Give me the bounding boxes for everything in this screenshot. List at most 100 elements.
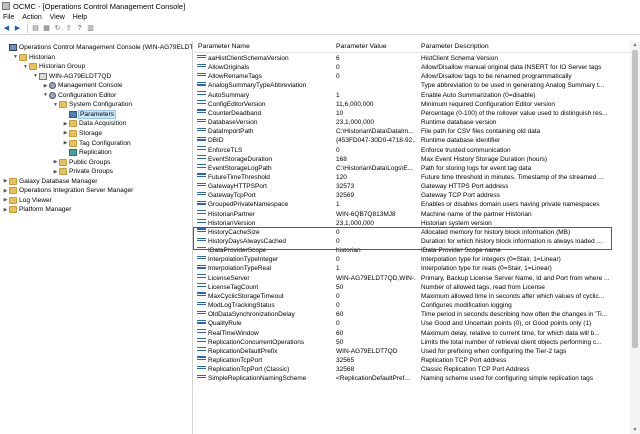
table-row[interactable]: GatewayHTTPSPort 32573 Gateway HTTPS Port …: [194, 182, 634, 191]
expanded-chevron-icon[interactable]: ▼: [12, 54, 19, 60]
table-row[interactable]: HistorianPartner WIN-6QB7Q813MJ8 Machine n…: [194, 210, 634, 219]
table-row[interactable]: SimpleReplicationNamingScheme <Replicatio…: [194, 374, 634, 383]
root-icon: [9, 44, 17, 51]
action-pane-icon[interactable]: ▥: [86, 24, 95, 33]
expanded-chevron-icon[interactable]: ▼: [52, 102, 59, 108]
tree-node[interactable]: ▼ Historian: [12, 53, 55, 62]
column-header-parameter-value[interactable]: Parameter Value: [336, 43, 387, 50]
collapsed-chevron-icon[interactable]: ▶: [62, 121, 69, 127]
column-header-parameter-name[interactable]: Parameter Name: [198, 43, 250, 50]
tree-node-label: Configuration Editor: [58, 91, 117, 99]
forward-icon[interactable]: ▶: [13, 24, 22, 33]
tree-node[interactable]: ▼ Historian Group: [22, 62, 85, 71]
parameter-description-cell: Enforce trusted communication: [421, 146, 511, 154]
table-row[interactable]: LicenseTagCount 50 Number of allowed tags,…: [194, 283, 634, 292]
table-row[interactable]: ReplicationTcpPort 32565 Replication TCP P…: [194, 356, 634, 365]
tree-node[interactable]: Operations Control Management Console (W…: [2, 43, 192, 52]
tree-node[interactable]: ▶ Galaxy Database Manager: [2, 177, 97, 186]
parameter-description-cell: Minimum required Configuration Editor ve…: [421, 100, 556, 108]
expanded-chevron-icon[interactable]: ▼: [32, 73, 39, 79]
table-row[interactable]: InterpolationTypeReal 1 Interpolation type…: [194, 264, 634, 273]
collapsed-chevron-icon[interactable]: ▶: [2, 178, 9, 184]
table-row[interactable]: DBID {453FD047-30D0-4718-92... Runtime dat…: [194, 136, 634, 145]
back-icon[interactable]: ◀: [2, 24, 11, 33]
properties-icon[interactable]: ▦: [42, 24, 51, 33]
collapsed-chevron-icon[interactable]: ▶: [62, 130, 69, 136]
table-row[interactable]: AutoSummary 1 Enable Auto Summarization (0…: [194, 91, 634, 100]
scroll-down-icon[interactable]: ▼: [630, 426, 640, 434]
show-hide-console-tree-icon[interactable]: ▤: [31, 24, 40, 33]
collapsed-chevron-icon[interactable]: ▶: [62, 140, 69, 146]
table-row[interactable]: ReplicationConcurrentOperations 50 Limits …: [194, 338, 634, 347]
table-row[interactable]: ReplicationTcpPort (Classic) 32568 Classic…: [194, 365, 634, 374]
table-row[interactable]: DatabaseVersion 23,1,000,000 Runtime datab…: [194, 118, 634, 127]
table-row[interactable]: RealTimeWindow 60 Maximum delay, relative …: [194, 329, 634, 338]
tree-node-label: Management Console: [58, 82, 123, 90]
table-row[interactable]: OldDataSynchronizationDelay 60 Time period…: [194, 310, 634, 319]
table-row[interactable]: HistorianVersion 23,1,000,000 Historian sy…: [194, 219, 634, 228]
tree-node[interactable]: Replication: [62, 148, 112, 157]
collapsed-chevron-icon[interactable]: ▶: [52, 169, 59, 175]
tree-node[interactable]: ▶ Private Groups: [52, 167, 113, 176]
table-row[interactable]: AllowRenameTags 0 Allow/Disallow tags to b…: [194, 72, 634, 81]
tree-node[interactable]: Parameters: [62, 109, 117, 119]
tree-node[interactable]: ▶ Log Viewer: [2, 196, 52, 205]
table-row[interactable]: GroupedPrivateNamespace 1 Enables or disab…: [194, 200, 634, 209]
table-row[interactable]: AnalogSummaryTypeAbbreviation Type abbrev…: [194, 81, 634, 90]
parameter-icon: [197, 255, 206, 260]
table-row[interactable]: EventStorageLogPath C:\Historian\Data\Log…: [194, 164, 634, 173]
parameter-name-cell: InterpolationTypeInteger: [208, 256, 279, 264]
menu-view[interactable]: View: [50, 14, 65, 21]
refresh-icon[interactable]: ↻: [53, 24, 62, 33]
table-row[interactable]: aaHistClientSchemaVersion 6 HistClient Sch…: [194, 54, 634, 63]
expanded-chevron-icon[interactable]: ▼: [22, 64, 29, 70]
table-row[interactable]: MaxCyclicStorageTimeout 0 Maximum allowed …: [194, 292, 634, 301]
collapsed-chevron-icon[interactable]: ▶: [52, 159, 59, 165]
table-row[interactable]: IDataProviderScope historian IData Provide…: [194, 246, 634, 255]
scroll-up-icon[interactable]: ▲: [630, 41, 640, 49]
tree-node[interactable]: ▶ Public Groups: [52, 158, 110, 167]
table-row[interactable]: LicenseServer WIN-AG79ELDT7QD,WIN-... Prim…: [194, 274, 634, 283]
table-row[interactable]: HistoryDaysAlwaysCached 0 Duration for whi…: [194, 237, 634, 246]
table-row[interactable]: QualityRule 0 Use Good and Uncertain point…: [194, 319, 634, 328]
tree-node[interactable]: ▼ WIN-AG79ELDT7QD: [32, 72, 111, 81]
parameter-icon: [197, 191, 206, 196]
tree-node[interactable]: ▶ Tag Configuration: [62, 139, 131, 148]
tree-node[interactable]: ▶ Operations Integration Server Manager: [2, 186, 133, 195]
parameter-description-cell: Interpolation type for integers (0=Stair…: [421, 256, 561, 264]
collapsed-chevron-icon[interactable]: ▶: [2, 188, 9, 194]
menu-action[interactable]: Action: [22, 14, 41, 21]
table-row[interactable]: FutureTimeThreshold 120 Future time thresh…: [194, 173, 634, 182]
vertical-scrollbar[interactable]: ▲ ▼: [630, 41, 640, 434]
collapsed-chevron-icon[interactable]: ▶: [42, 83, 49, 89]
collapsed-chevron-icon[interactable]: ▶: [2, 207, 9, 213]
parameter-description-cell: Used for prefixing when configuring the …: [421, 347, 567, 355]
column-header-parameter-description[interactable]: Parameter Description: [421, 43, 489, 50]
tree-node[interactable]: ▶ Data Acquisition: [62, 119, 126, 128]
export-list-icon[interactable]: ⇪: [64, 24, 73, 33]
table-row[interactable]: EventStorageDuration 168 Max Event History…: [194, 155, 634, 164]
menu-help[interactable]: Help: [73, 14, 87, 21]
table-row[interactable]: ConfigEditorVersion 11,6,000,000 Minimum r…: [194, 100, 634, 109]
scrollbar-thumb[interactable]: [632, 50, 638, 348]
parameter-value-cell: 1: [336, 91, 340, 99]
tree-node[interactable]: ▼ Configuration Editor: [42, 91, 116, 100]
table-row[interactable]: GatewayTcpPort 32569 Gateway TCP Port addr…: [194, 191, 634, 200]
table-row[interactable]: AllowOriginals 0 Allow/Disallow manual ori…: [194, 63, 634, 72]
table-row[interactable]: EnforceTLS 0 Enforce trusted communication: [194, 146, 634, 155]
table-row[interactable]: ReplicationDefaultPrefix WIN-AG79ELDT7QD U…: [194, 347, 634, 356]
tree-node[interactable]: ▶ Management Console: [42, 81, 123, 90]
tree-node[interactable]: ▶ Platform Manager: [2, 205, 71, 214]
help-icon[interactable]: ?: [75, 24, 84, 33]
parameter-icon: [197, 54, 206, 59]
expanded-chevron-icon[interactable]: ▼: [42, 92, 49, 98]
table-row[interactable]: DataImportPath C:\Historian\Data\DataIm..…: [194, 127, 634, 136]
tree-node[interactable]: ▼ System Configuration: [52, 100, 132, 109]
table-row[interactable]: CounterDeadband 10 Percentage (0-100) of t…: [194, 109, 634, 118]
tree-node[interactable]: ▶ Storage: [62, 129, 102, 138]
table-row[interactable]: InterpolationTypeInteger 0 Interpolation t…: [194, 255, 634, 264]
table-row[interactable]: ModLogTrackingStatus 0 Configures modifica…: [194, 301, 634, 310]
table-row[interactable]: HistoryCacheSize 0 Allocated memory for hi…: [194, 228, 634, 237]
menu-file[interactable]: File: [3, 14, 14, 21]
collapsed-chevron-icon[interactable]: ▶: [2, 197, 9, 203]
